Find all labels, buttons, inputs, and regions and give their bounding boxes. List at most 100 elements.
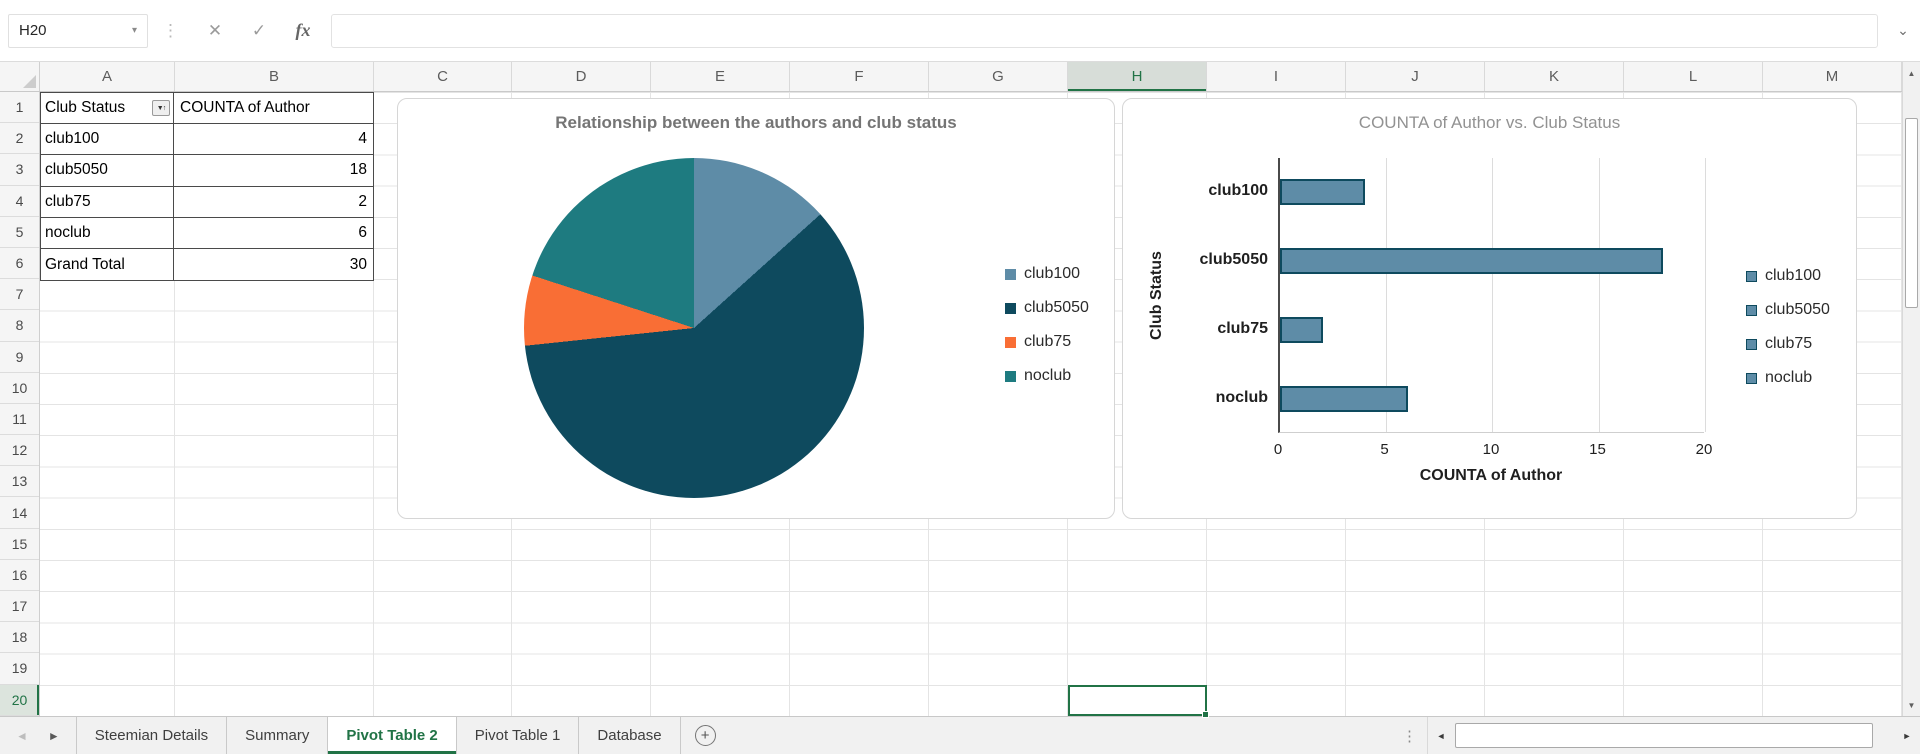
legend-item-club100[interactable]: club100	[1746, 267, 1830, 285]
row-header-16[interactable]: 16	[0, 560, 39, 591]
row-header-14[interactable]: 14	[0, 497, 39, 529]
column-header-B[interactable]: B	[175, 62, 374, 91]
add-sheet-button[interactable]: +	[694, 725, 716, 746]
plot-gridline	[1492, 158, 1493, 432]
legend-item-club75[interactable]: club75	[1005, 333, 1089, 351]
h-scroll-left-icon[interactable]: ◄	[1428, 717, 1454, 754]
sheet-nav-left-icon[interactable]: ◄	[16, 729, 28, 743]
pivot-cell-label[interactable]: noclub	[41, 217, 174, 248]
column-header-K[interactable]: K	[1485, 62, 1624, 91]
pivot-header-club-status[interactable]: Club Status ▼↑	[41, 93, 174, 124]
legend-item-club5050[interactable]: club5050	[1746, 301, 1830, 319]
selected-cell[interactable]	[1068, 684, 1209, 718]
bar-noclub[interactable]	[1280, 385, 1408, 412]
h-scrollbar[interactable]: ◄ ►	[1427, 717, 1920, 754]
row-header-19[interactable]: 19	[0, 653, 39, 685]
row-header-20[interactable]: 20	[0, 684, 39, 716]
legend-item-noclub[interactable]: noclub	[1746, 369, 1830, 387]
row-header-13[interactable]: 13	[0, 466, 39, 498]
pivot-cell-label[interactable]: club100	[41, 124, 174, 155]
row-header-18[interactable]: 18	[0, 622, 39, 654]
legend-label: club100	[1024, 265, 1081, 282]
row-header-11[interactable]: 11	[0, 404, 39, 436]
legend-item-club5050[interactable]: club5050	[1005, 299, 1089, 317]
row-header-10[interactable]: 10	[0, 373, 39, 404]
pivot-filter-sort-icon[interactable]: ▼↑	[152, 100, 170, 117]
bar-club5050[interactable]	[1280, 248, 1664, 275]
row-header-12[interactable]: 12	[0, 435, 39, 467]
column-header-D[interactable]: D	[512, 62, 651, 91]
sheet-tab-steemian-details[interactable]: Steemian Details	[77, 717, 228, 754]
pivot-cell-value[interactable]: 6	[174, 218, 373, 248]
name-box[interactable]: H20 ▾	[8, 13, 148, 48]
row-header-3[interactable]: 3	[0, 154, 39, 186]
h-scroll-thumb[interactable]	[1455, 723, 1873, 748]
pie-legend: club100 club5050 club75 noclub	[1005, 265, 1089, 385]
pivot-header-label: Club Status	[45, 99, 126, 117]
h-scroll-track[interactable]	[1454, 717, 1894, 754]
pivot-cell-value[interactable]: 18	[174, 155, 373, 185]
bar-chart-card[interactable]: COUNTA of Author vs. Club Status Club St…	[1122, 98, 1857, 519]
category-label-club100: club100	[1208, 182, 1268, 200]
select-all-corner[interactable]	[0, 62, 40, 91]
row-header-9[interactable]: 9	[0, 342, 39, 373]
column-header-G[interactable]: G	[929, 62, 1068, 91]
x-tick-label: 10	[1482, 441, 1500, 458]
pivot-cell-label[interactable]: club75	[41, 186, 174, 217]
spreadsheet-app: H20 ▾ ⋮ ✕ ✓ fx ⌄ ABCDEFGHIJKLM 123456789…	[0, 0, 1920, 754]
sheet-tab-summary[interactable]: Summary	[227, 717, 329, 754]
legend-item-club75[interactable]: club75	[1746, 335, 1830, 353]
pivot-cell-label[interactable]: club5050	[41, 155, 174, 186]
column-header-E[interactable]: E	[651, 62, 790, 91]
row-header-5[interactable]: 5	[0, 217, 39, 248]
row-header-15[interactable]: 15	[0, 529, 39, 560]
sheet-nav-right-icon[interactable]: ►	[48, 729, 60, 743]
sheet-tab-pivot-table-2[interactable]: Pivot Table 2	[328, 717, 457, 754]
row-header-4[interactable]: 4	[0, 186, 39, 217]
pivot-cell-value[interactable]: 2	[174, 187, 373, 217]
row-header-6[interactable]: 6	[0, 248, 39, 280]
column-header-H[interactable]: H	[1068, 62, 1207, 91]
pivot-header-counta[interactable]: COUNTA of Author	[174, 93, 373, 123]
formula-input[interactable]	[331, 13, 1878, 48]
bar-club100[interactable]	[1280, 179, 1366, 206]
v-scroll-thumb[interactable]	[1905, 118, 1918, 308]
legend-label: club5050	[1765, 301, 1830, 318]
insert-function-icon[interactable]: fx	[281, 20, 325, 41]
column-header-I[interactable]: I	[1207, 62, 1346, 91]
h-scroll-right-icon[interactable]: ►	[1894, 717, 1920, 754]
tab-bar-dots-icon[interactable]: ⋮	[1402, 717, 1417, 754]
formula-bar-expand-icon[interactable]: ⌄	[1890, 22, 1916, 39]
v-scroll-up-icon[interactable]: ▲	[1903, 62, 1920, 84]
legend-item-club100[interactable]: club100	[1005, 265, 1089, 283]
v-scrollbar[interactable]: ▲ ▼	[1902, 62, 1920, 716]
row-header-7[interactable]: 7	[0, 279, 39, 311]
column-header-F[interactable]: F	[790, 62, 929, 91]
column-header-C[interactable]: C	[374, 62, 512, 91]
row-header-8[interactable]: 8	[0, 310, 39, 342]
column-header-J[interactable]: J	[1346, 62, 1485, 91]
pivot-cell-value[interactable]: 4	[174, 124, 373, 154]
row-header-17[interactable]: 17	[0, 591, 39, 623]
pivot-cell-label[interactable]: Grand Total	[41, 248, 174, 281]
column-header-M[interactable]: M	[1763, 62, 1902, 91]
name-box-dropdown-icon[interactable]: ▾	[132, 25, 137, 36]
x-tick-label: 5	[1380, 441, 1389, 458]
column-header-A[interactable]: A	[40, 62, 175, 91]
sheet-tab-pivot-table-1[interactable]: Pivot Table 1	[457, 717, 580, 754]
column-header-L[interactable]: L	[1624, 62, 1763, 91]
pivot-cell-value[interactable]: 30	[174, 249, 373, 280]
row-header-1[interactable]: 1	[0, 92, 39, 124]
cells-area[interactable]: Club Status ▼↑ COUNTA of Author club100 4…	[40, 92, 1902, 718]
legend-item-noclub[interactable]: noclub	[1005, 367, 1089, 385]
pie-chart-card[interactable]: Relationship between the authors and clu…	[397, 98, 1115, 519]
bar-club75[interactable]	[1280, 316, 1323, 343]
cancel-icon[interactable]: ✕	[193, 21, 237, 41]
category-label-noclub: noclub	[1215, 388, 1268, 406]
row-header-2[interactable]: 2	[0, 123, 39, 155]
v-scroll-down-icon[interactable]: ▼	[1903, 694, 1920, 716]
sheet-tab-database[interactable]: Database	[579, 717, 681, 754]
confirm-icon[interactable]: ✓	[237, 21, 281, 41]
fill-handle[interactable]	[1202, 710, 1209, 718]
sheet-tabs: Steemian Details Summary Pivot Table 2 Pivo…	[75, 717, 681, 754]
